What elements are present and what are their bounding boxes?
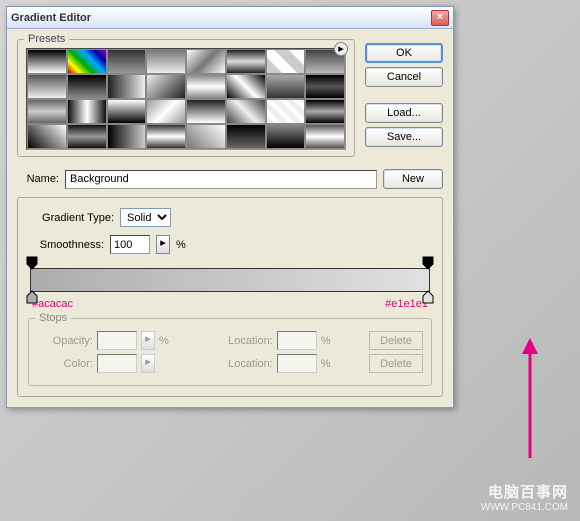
name-input[interactable] [65, 170, 377, 189]
preset-swatch[interactable] [146, 99, 186, 124]
close-button[interactable]: × [431, 10, 449, 26]
watermark: 电脑百事网 WWW.PC841.COM [481, 481, 568, 513]
preset-swatch[interactable] [27, 99, 67, 124]
preset-swatch[interactable] [186, 99, 226, 124]
annotation-arrow [520, 338, 540, 461]
opacity-input [97, 331, 137, 350]
smoothness-input[interactable] [110, 235, 150, 254]
preset-swatch[interactable] [67, 49, 107, 74]
gradient-preview-bar[interactable] [30, 268, 430, 292]
preset-swatch[interactable] [27, 49, 67, 74]
preset-swatch[interactable] [266, 124, 306, 149]
menu-arrow-icon: ▸ [338, 43, 344, 55]
preset-swatch[interactable] [305, 124, 345, 149]
preset-swatch[interactable] [67, 99, 107, 124]
chevron-right-icon: ▸ [145, 333, 151, 345]
watermark-url: WWW.PC841.COM [481, 502, 568, 513]
chevron-right-icon: ▸ [160, 237, 166, 249]
left-color-label: #acacac [32, 298, 73, 310]
preset-swatch[interactable] [107, 124, 147, 149]
opacity-label: Opacity: [37, 335, 93, 347]
opacity-stepper: ▸ [141, 331, 155, 350]
color-stop-right[interactable] [422, 290, 434, 304]
preset-swatch[interactable] [146, 49, 186, 74]
preset-swatch[interactable] [186, 124, 226, 149]
preset-swatch[interactable] [146, 74, 186, 99]
preset-swatch[interactable] [186, 74, 226, 99]
preset-swatch[interactable] [305, 99, 345, 124]
location-label: Location: [217, 358, 273, 370]
color-label: Color: [37, 358, 93, 370]
preset-swatch[interactable] [226, 99, 266, 124]
preset-swatch[interactable] [146, 124, 186, 149]
preset-swatch[interactable] [226, 49, 266, 74]
preset-swatch[interactable] [107, 99, 147, 124]
preset-swatch[interactable] [305, 74, 345, 99]
percent-label: % [321, 335, 331, 347]
presets-group: Presets ▸ [17, 39, 355, 157]
color-swatch-input [97, 354, 137, 373]
preset-swatch[interactable] [27, 124, 67, 149]
new-button[interactable]: New [383, 169, 443, 189]
percent-label: % [159, 335, 169, 347]
preset-swatch[interactable] [266, 74, 306, 99]
gradient-settings-group: Gradient Type: Solid Smoothness: ▸ % [17, 197, 443, 397]
gradient-editor-dialog: Gradient Editor × Presets ▸ OK Cancel Lo… [6, 6, 454, 408]
opacity-location-input [277, 331, 317, 350]
color-stop-left[interactable] [26, 290, 38, 304]
preset-swatch[interactable] [186, 49, 226, 74]
gradient-type-label: Gradient Type: [28, 212, 114, 224]
titlebar[interactable]: Gradient Editor × [7, 7, 453, 29]
preset-swatch[interactable] [266, 49, 306, 74]
preset-swatch[interactable] [107, 74, 147, 99]
arrow-up-icon [520, 338, 540, 458]
preset-swatch[interactable] [226, 124, 266, 149]
opacity-stop-left[interactable] [26, 256, 38, 270]
preset-swatch[interactable] [67, 74, 107, 99]
stops-group: Stops Opacity: ▸ % Location: % Delete Co… [28, 318, 432, 386]
color-stepper: ▸ [141, 354, 155, 373]
preset-swatch[interactable] [107, 49, 147, 74]
smoothness-stepper[interactable]: ▸ [156, 235, 170, 254]
cancel-button[interactable]: Cancel [365, 67, 443, 87]
color-delete-button: Delete [369, 354, 423, 373]
title-text: Gradient Editor [11, 12, 431, 24]
presets-menu-button[interactable]: ▸ [334, 42, 348, 56]
gradient-bar-area [30, 268, 430, 292]
percent-label: % [176, 239, 186, 251]
chevron-right-icon: ▸ [145, 356, 151, 368]
smoothness-label: Smoothness: [28, 239, 104, 251]
color-location-input [277, 354, 317, 373]
percent-label: % [321, 358, 331, 370]
preset-swatch[interactable] [226, 74, 266, 99]
stops-label: Stops [35, 312, 71, 324]
opacity-stop-right[interactable] [422, 256, 434, 270]
save-button[interactable]: Save... [365, 127, 443, 147]
preset-swatch[interactable] [67, 124, 107, 149]
close-icon: × [437, 11, 443, 23]
watermark-text: 电脑百事网 [481, 481, 568, 502]
location-label: Location: [217, 335, 273, 347]
name-label: Name: [17, 173, 59, 185]
presets-label: Presets [24, 33, 69, 45]
preset-swatch[interactable] [266, 99, 306, 124]
ok-button[interactable]: OK [365, 43, 443, 63]
opacity-delete-button: Delete [369, 331, 423, 350]
presets-grid [26, 48, 346, 150]
preset-swatch[interactable] [27, 74, 67, 99]
gradient-type-select[interactable]: Solid [120, 208, 171, 227]
load-button[interactable]: Load... [365, 103, 443, 123]
